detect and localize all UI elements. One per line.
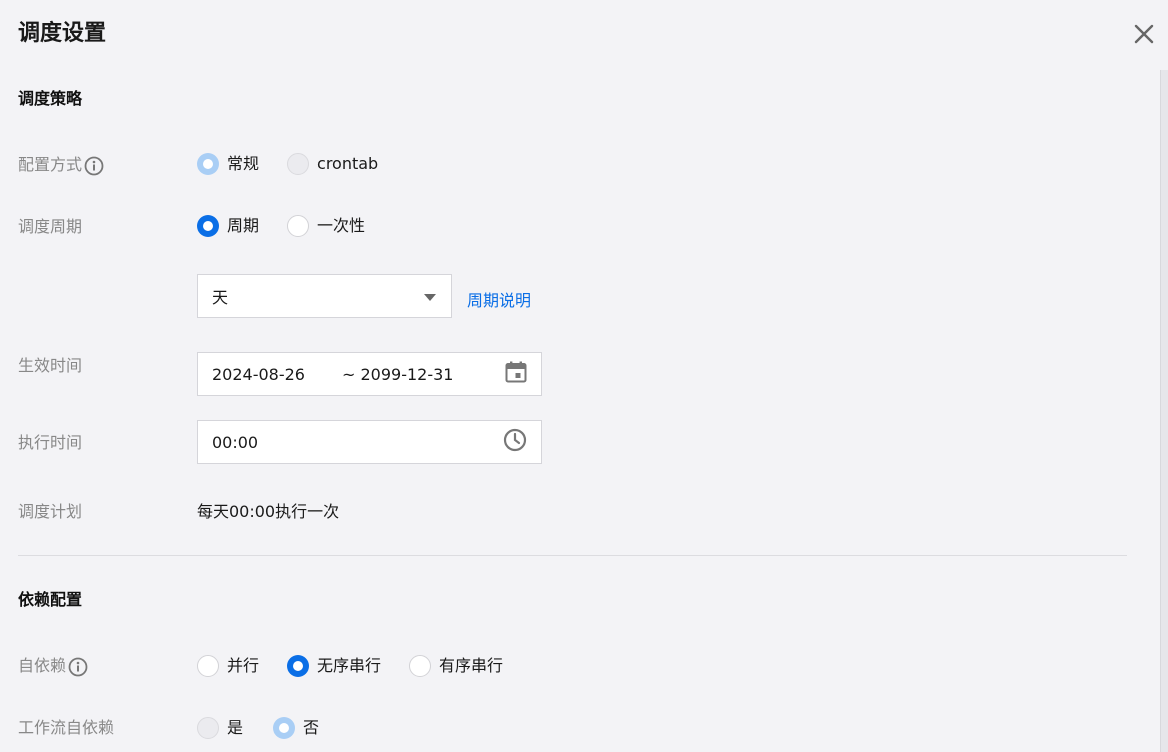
section-heading-strategy: 调度策略 <box>18 89 83 108</box>
radio-period-recurring[interactable]: 周期 <box>197 215 259 237</box>
radio-config-crontab[interactable]: crontab <box>287 153 378 175</box>
radio-dot <box>197 717 219 739</box>
config-mode-radio-group: 常规 crontab <box>197 153 406 175</box>
radio-label: 周期 <box>227 216 260 235</box>
close-icon[interactable] <box>1132 22 1156 46</box>
exec-time-value: 00:00 <box>212 432 259 452</box>
period-label: 调度周期 <box>18 217 83 236</box>
radio-dot <box>409 655 432 677</box>
radio-self-dep-unordered[interactable]: 无序串行 <box>287 655 381 677</box>
radio-workflow-dep-yes[interactable]: 是 <box>197 717 243 739</box>
effective-start-date[interactable]: 2024-08-26 <box>212 365 342 384</box>
radio-dot <box>287 153 310 175</box>
radio-label: 否 <box>303 718 320 737</box>
effective-date-range[interactable]: 2024-08-26 ~ 2099-12-31 <box>197 352 542 396</box>
effective-time-label: 生效时间 <box>18 356 83 375</box>
radio-self-dep-parallel[interactable]: 并行 <box>197 655 259 677</box>
radio-dot-checked <box>287 655 310 677</box>
radio-dot <box>197 655 219 677</box>
radio-label: 是 <box>227 718 244 737</box>
config-mode-label: 配置方式 <box>18 154 104 176</box>
info-icon[interactable] <box>84 156 104 176</box>
exec-time-label: 执行时间 <box>18 433 83 452</box>
radio-dot-checked <box>197 215 219 237</box>
period-select[interactable]: 天 <box>197 274 452 318</box>
radio-dot-checked <box>197 153 219 175</box>
radio-label: crontab <box>317 154 379 173</box>
self-dependency-radio-group: 并行 无序串行 有序串行 <box>197 655 531 677</box>
scrollbar[interactable] <box>1160 70 1168 752</box>
info-icon[interactable] <box>68 657 88 677</box>
self-dependency-label: 自依赖 <box>18 655 88 677</box>
radio-label: 一次性 <box>317 216 366 235</box>
radio-workflow-dep-no[interactable]: 否 <box>273 717 319 739</box>
radio-label: 常规 <box>227 154 260 173</box>
plan-label: 调度计划 <box>18 502 83 521</box>
self-dependency-label-text: 自依赖 <box>18 656 67 675</box>
workflow-dependency-radio-group: 是 否 <box>197 717 347 739</box>
radio-label: 并行 <box>227 656 260 675</box>
period-select-value: 天 <box>212 288 229 307</box>
dialog-title: 调度设置 <box>18 21 107 46</box>
calendar-icon[interactable] <box>505 361 527 387</box>
plan-value: 每天00:00执行一次 <box>197 502 340 521</box>
period-radio-group: 周期 一次性 <box>197 215 393 237</box>
radio-config-regular[interactable]: 常规 <box>197 153 259 175</box>
radio-label: 无序串行 <box>317 656 382 675</box>
section-divider <box>18 555 1127 556</box>
radio-dot <box>287 215 310 237</box>
radio-period-once[interactable]: 一次性 <box>287 215 365 237</box>
workflow-dependency-label: 工作流自依赖 <box>18 718 115 737</box>
config-mode-label-text: 配置方式 <box>18 155 83 174</box>
radio-label: 有序串行 <box>439 656 504 675</box>
radio-dot-checked <box>273 717 296 739</box>
clock-icon[interactable] <box>503 428 527 456</box>
dropdown-arrow-icon <box>423 287 437 306</box>
effective-end-date[interactable]: ~ 2099-12-31 <box>342 365 505 384</box>
section-heading-dependency: 依赖配置 <box>18 590 83 609</box>
radio-self-dep-ordered[interactable]: 有序串行 <box>409 655 503 677</box>
period-help-link[interactable]: 周期说明 <box>467 287 531 311</box>
exec-time-input[interactable]: 00:00 <box>197 420 542 464</box>
